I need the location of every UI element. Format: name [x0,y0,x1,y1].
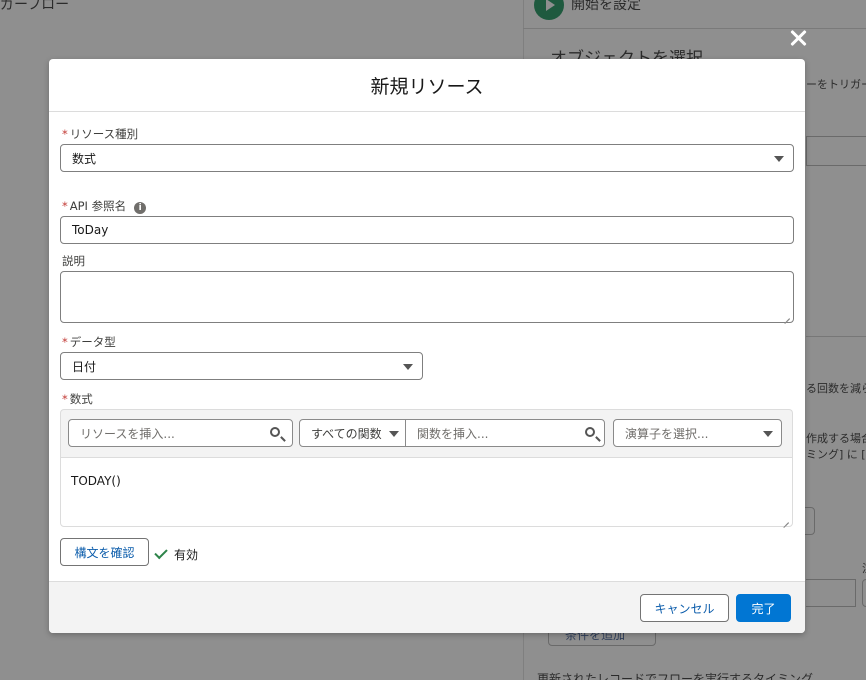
cancel-button[interactable]: キャンセル [640,594,729,622]
formula-toolbar: リソースを挿入... すべての関数 関数を挿入... 演算子を選択... [60,409,793,457]
modal-footer: キャンセル 完了 [49,581,805,633]
start-label: 開始を設定 [571,0,641,13]
data-type-select[interactable]: 日付 [60,352,423,380]
api-name-input[interactable]: ToDay [60,216,794,244]
flow-title-fragment: ガーフロー [0,0,70,13]
new-resource-modal: 新規リソース * リソース種別 数式 * API 参照名 i ToDay 説明 * デー… [49,59,805,633]
required-marker: * [62,335,68,349]
panel-divider [523,28,866,29]
object-field [806,136,866,166]
chevron-down-icon [763,431,773,437]
info-icon[interactable]: i [134,202,147,214]
panel-divider [806,336,866,337]
required-marker: * [62,199,68,213]
data-type-value: 日付 [72,359,97,374]
api-name-label: * API 参照名 i [62,198,147,214]
operator-select[interactable]: 演算子を選択... [613,419,782,447]
required-marker: * [62,392,68,406]
modal-header: 新規リソース [49,59,805,112]
run-timing-text: 更新されたレコードでフローを実行するタイミング [537,672,814,680]
close-icon[interactable] [786,26,810,50]
chevron-down-icon [389,431,399,437]
api-name-value: ToDay [72,223,109,237]
resource-type-value: 数式 [72,151,97,166]
formula-editor[interactable]: TODAY() [60,457,793,527]
insert-resource-input[interactable]: リソースを挿入... [68,419,293,447]
data-type-label: * データ型 [62,335,116,349]
chevron-down-icon [774,156,784,162]
check-syntax-button[interactable]: 構文を確認 [60,538,149,566]
resize-handle-icon[interactable] [782,516,789,523]
resource-type-select[interactable]: 数式 [60,144,794,172]
insert-function-input[interactable]: 関数を挿入... [405,419,605,447]
description-textarea[interactable] [60,271,794,323]
trigger-text-fragment: ーをトリガー [806,78,866,91]
create-text-fragment: 作成する場合 [806,432,866,445]
condition-extra-field [862,579,866,607]
syntax-status: 有効 [154,545,199,563]
resize-handle-icon[interactable] [783,312,790,319]
formula-label: * 数式 [62,392,93,406]
required-marker: * [62,127,68,141]
resource-type-label: * リソース種別 [62,127,139,141]
count-text-fragment: る回数を減ら [806,382,866,395]
search-icon [270,427,280,437]
search-icon [585,427,595,437]
description-label: 説明 [62,254,85,268]
function-category-select[interactable]: すべての関数 [299,419,406,447]
timing-text-fragment: ミング] に [条 [806,448,866,461]
done-button[interactable]: 完了 [736,594,791,622]
check-icon [154,545,168,560]
chevron-down-icon [403,364,413,370]
formula-text: TODAY() [71,474,121,488]
note-fragment: 注 [862,560,866,576]
valid-text: 有効 [174,548,199,562]
modal-title: 新規リソース [370,75,484,98]
condition-value-field [806,579,856,607]
